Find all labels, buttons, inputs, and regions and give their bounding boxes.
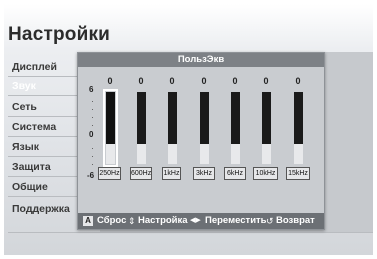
page-title: Настройки — [8, 24, 111, 45]
band-frequency-label: 15kHz — [286, 167, 310, 180]
band-slider-fill — [231, 92, 240, 144]
sidebar-item-display[interactable]: Дисплей — [12, 61, 57, 73]
band-value: 0 — [107, 76, 113, 86]
band-slider[interactable] — [231, 92, 240, 164]
scale-tick — [92, 101, 93, 102]
band-slider[interactable] — [168, 92, 177, 164]
band-frequency-label: 600Hz — [130, 167, 152, 180]
up-down-arrows-icon: ⇕ — [128, 216, 136, 226]
sidebar-item-support[interactable]: Поддержка — [12, 203, 70, 215]
band-slider[interactable] — [200, 92, 209, 164]
band-value: 0 — [138, 76, 144, 86]
scale-min-label: -6 — [87, 171, 95, 180]
user-eq-dialog: ПользЭкв 6 0 -6 0 250Hz 0 600Hz 0 1kHz 0 3kHz 0 6… — [77, 52, 325, 230]
band-frequency-label: 1kHz — [162, 167, 181, 180]
scale-tick — [92, 117, 93, 118]
sidebar-item-security[interactable]: Защита — [12, 161, 51, 173]
sidebar-item-language[interactable]: Язык — [12, 141, 39, 153]
band-slider-fill — [294, 92, 303, 144]
return-icon: ↺ — [266, 216, 274, 226]
band-value: 0 — [232, 76, 238, 86]
band-frequency-label: 3kHz — [193, 167, 215, 180]
a-key-icon: A — [83, 216, 93, 226]
band-slider-fill — [106, 92, 115, 144]
scale-tick — [92, 164, 93, 165]
move-label[interactable]: Переместить — [205, 213, 267, 229]
band-frequency-label: 6kHz — [224, 167, 246, 180]
dialog-header: ПользЭкв — [78, 53, 324, 67]
scale-tick — [92, 156, 93, 157]
band-value: 0 — [295, 76, 301, 86]
band-slider[interactable] — [137, 92, 146, 164]
band-slider[interactable] — [103, 89, 118, 167]
band-value: 0 — [201, 76, 207, 86]
sidebar-item-sound[interactable]: Звук — [12, 80, 36, 92]
scale-tick — [92, 109, 93, 110]
band-frequency-label: 250Hz — [98, 167, 121, 180]
sidebar-item-system[interactable]: Система — [12, 121, 56, 133]
reset-label[interactable]: Сброс — [97, 213, 126, 229]
band-slider-fill — [262, 92, 271, 144]
band-value: 0 — [263, 76, 269, 86]
dialog-title: ПользЭкв — [177, 54, 225, 65]
band-slider-fill — [200, 92, 209, 144]
band-slider[interactable] — [294, 92, 303, 164]
settings-screen: Настройки Дисплей Звук Сеть Система Язык… — [4, 4, 373, 255]
band-slider-fill — [168, 92, 177, 144]
band-frequency-label: 10kHz — [253, 167, 278, 180]
scale-max-label: 6 — [89, 85, 94, 94]
sidebar-item-general[interactable]: Общие — [12, 181, 48, 193]
bottom-divider — [8, 232, 373, 233]
scale-tick — [92, 148, 93, 149]
scale-zero-label: 0 — [89, 130, 94, 139]
band-slider[interactable] — [262, 92, 271, 164]
sidebar-item-network[interactable]: Сеть — [12, 101, 37, 113]
left-right-arrows-icon: ◀▶ — [190, 217, 201, 224]
tv-frame: Настройки Дисплей Звук Сеть Система Язык… — [0, 0, 377, 259]
adjust-label[interactable]: Настройка — [138, 213, 188, 229]
help-bar: A Сброс ⇕ Настройка ◀▶ Переместить ↺ Воз… — [78, 213, 324, 229]
band-slider-fill — [137, 92, 146, 144]
scale-tick — [92, 125, 93, 126]
return-label[interactable]: Возврат — [276, 213, 315, 229]
band-value: 0 — [169, 76, 175, 86]
